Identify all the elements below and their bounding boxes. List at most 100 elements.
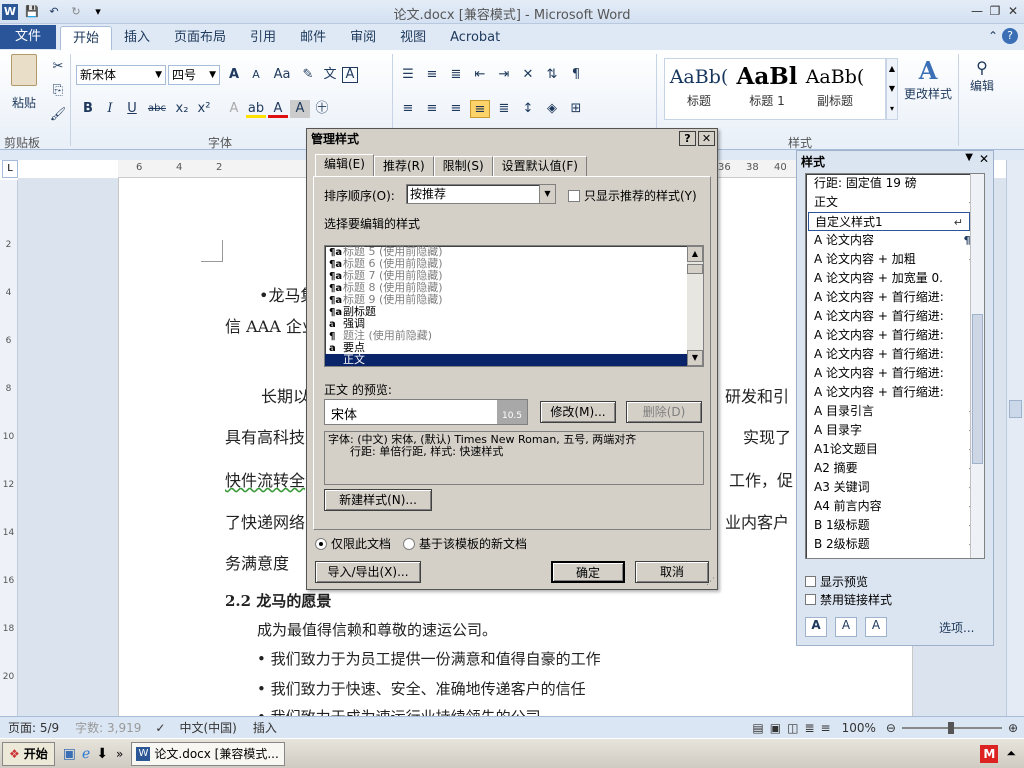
italic-button[interactable]: I [100, 100, 120, 118]
change-styles-button[interactable]: A 更改样式 [902, 56, 954, 103]
style-inspector-icon[interactable]: A [835, 617, 857, 637]
grow-font-icon[interactable]: A [224, 66, 244, 84]
style-item[interactable]: B 1级标题↵ [806, 516, 984, 535]
disable-linked-checkbox[interactable]: 禁用链接样式 [805, 591, 892, 608]
taskbar-word-button[interactable]: W 论文.docx [兼容模式... [131, 741, 286, 766]
word-count[interactable]: 字数: 3,919 [67, 719, 149, 736]
gallery-scroll[interactable]: ▲ ▼ ▾ [886, 58, 898, 120]
dialog-title-bar[interactable]: 管理样式 [307, 129, 717, 149]
underline-button[interactable]: U [122, 100, 142, 118]
character-shading-icon[interactable]: A [290, 100, 310, 118]
radio-template[interactable]: 基于该模板的新文档 [403, 535, 527, 552]
style-item[interactable]: A 论文内容 + 首行缩进: [806, 288, 984, 307]
align-right-icon[interactable]: ≡ [446, 100, 466, 118]
style-list-item-selected[interactable]: 正文 [325, 354, 703, 366]
style-item[interactable]: A 论文内容 + 首行缩进: [806, 345, 984, 364]
manage-styles-icon[interactable]: A [865, 617, 887, 637]
style-item[interactable]: A 论文内容 + 首行缩进: [806, 383, 984, 402]
style-item[interactable]: A 论文内容 + 首行缩进: [806, 326, 984, 345]
start-button[interactable]: ❖ 开始 [2, 741, 55, 766]
style-list-item[interactable]: ¶a副标题 [325, 306, 703, 319]
zoom-thumb[interactable] [947, 721, 954, 734]
tab-insert[interactable]: 插入 [112, 26, 162, 50]
tab-selector-icon[interactable]: L [2, 160, 18, 178]
style-item[interactable]: A 论文内容¶a [806, 231, 984, 250]
close-dialog-button[interactable]: ✕ [698, 131, 715, 146]
scroll-down-icon[interactable]: ▼ [687, 350, 703, 366]
tab-set-defaults[interactable]: 设置默认值(F) [492, 155, 587, 177]
vertical-ruler[interactable]: 2 4 6 8 10 12 14 16 18 20 [0, 180, 18, 716]
shrink-font-icon[interactable]: A [246, 66, 266, 84]
tab-references[interactable]: 引用 [238, 26, 288, 50]
tab-mailings[interactable]: 邮件 [288, 26, 338, 50]
style-title[interactable]: AaBb( 标题 [665, 59, 733, 115]
style-list-item[interactable]: a 要点 [325, 342, 703, 355]
editing-button[interactable]: ⚲ 编辑 [962, 58, 1002, 95]
cancel-button[interactable]: 取消 [635, 561, 709, 583]
outline-icon[interactable]: ≣ [801, 721, 817, 735]
text-effects-icon[interactable]: A [224, 100, 244, 118]
style-item-selected[interactable]: 自定义样式1 ↵ [808, 212, 970, 231]
style-item[interactable]: A 论文内容 + 加粗↵ [806, 250, 984, 269]
phonetic-guide-icon[interactable]: 文 [320, 66, 340, 84]
style-list-item[interactable]: ¶a标题 9 (使用前隐藏) [325, 294, 703, 307]
language[interactable]: 中文(中国) [171, 719, 244, 736]
tab-acrobat[interactable]: Acrobat [438, 26, 512, 50]
distributed-icon[interactable]: ≣ [494, 100, 514, 118]
cut-icon[interactable]: ✂ [48, 58, 68, 76]
show-marks-icon[interactable]: ¶ [566, 66, 586, 84]
font-size-combo[interactable]: 四号 ▼ [168, 65, 220, 85]
styles-list-scrollbar[interactable] [970, 174, 984, 558]
radio-this-document[interactable]: 仅限此文档 [315, 535, 391, 552]
zoom-level[interactable]: 100% [834, 721, 884, 735]
proofing-icon[interactable]: ✓ [149, 721, 171, 735]
options-link[interactable]: 选项... [939, 619, 974, 636]
delete-button[interactable]: 删除(D) [626, 401, 702, 423]
help-icon[interactable]: ? [1002, 28, 1018, 44]
style-item[interactable]: A 论文内容 + 首行缩进: [806, 307, 984, 326]
format-painter-icon[interactable]: 🖌 [48, 106, 68, 124]
show-desktop-icon[interactable]: ▣ [63, 746, 76, 762]
change-case-icon[interactable]: Aa [268, 66, 296, 84]
resize-grip-icon[interactable]: ⋰ [706, 577, 715, 587]
close-icon[interactable]: ✕ [979, 152, 989, 166]
increase-indent-icon[interactable]: ⇥ [494, 66, 514, 84]
zoom-in-icon[interactable]: ⊕ [1006, 721, 1024, 735]
print-layout-icon[interactable]: ▤ [749, 721, 766, 735]
style-item[interactable]: A4 前言内容↵ [806, 497, 984, 516]
tab-recommend[interactable]: 推荐(R) [373, 155, 434, 177]
strikethrough-button[interactable]: abc [144, 100, 170, 118]
shading-icon[interactable]: ◈ [542, 100, 562, 118]
app-icon[interactable]: ⬇ [96, 746, 108, 762]
new-style-icon[interactable]: A [805, 617, 827, 637]
tab-restrict[interactable]: 限制(S) [433, 155, 493, 177]
more-icon[interactable]: » [116, 747, 123, 761]
scroll-thumb[interactable] [1009, 400, 1022, 418]
style-item[interactable]: 行距: 固定值 19 磅 [806, 174, 984, 193]
copy-icon[interactable]: ⎘ [48, 82, 68, 100]
line-spacing-icon[interactable]: ↕ [518, 100, 538, 118]
style-item[interactable]: A 论文内容 + 加宽量 0. [806, 269, 984, 288]
web-layout-icon[interactable]: ◫ [784, 721, 801, 735]
tray-network-icon[interactable]: ⏶ [1006, 746, 1016, 761]
full-screen-icon[interactable]: ▣ [767, 721, 784, 735]
subscript-button[interactable]: x₂ [172, 100, 192, 118]
pane-menu-icon[interactable]: ▼ [965, 152, 973, 163]
enclose-character-icon[interactable]: ㊉ [312, 100, 332, 118]
scroll-up-icon[interactable]: ▲ [687, 246, 703, 262]
character-border-icon[interactable]: A [342, 67, 358, 83]
ie-icon[interactable]: ℯ [82, 746, 90, 762]
scroll-thumb[interactable] [972, 314, 983, 464]
modify-button[interactable]: 修改(M)... [540, 401, 616, 423]
paste-button[interactable]: 粘贴 [4, 54, 44, 124]
tray-m-icon[interactable]: M [980, 744, 999, 763]
superscript-button[interactable]: x² [194, 100, 214, 118]
draft-icon[interactable]: ≡ [818, 721, 834, 735]
bullets-icon[interactable]: ☰ [398, 66, 418, 84]
zoom-out-icon[interactable]: ⊖ [884, 721, 898, 735]
page-count[interactable]: 页面: 5/9 [0, 719, 67, 736]
bold-button[interactable]: B [78, 100, 98, 118]
new-style-button[interactable]: 新建样式(N)... [324, 489, 432, 511]
style-subtitle[interactable]: AaBb( 副标题 [801, 59, 869, 115]
minimize-button[interactable]: — [968, 3, 986, 19]
